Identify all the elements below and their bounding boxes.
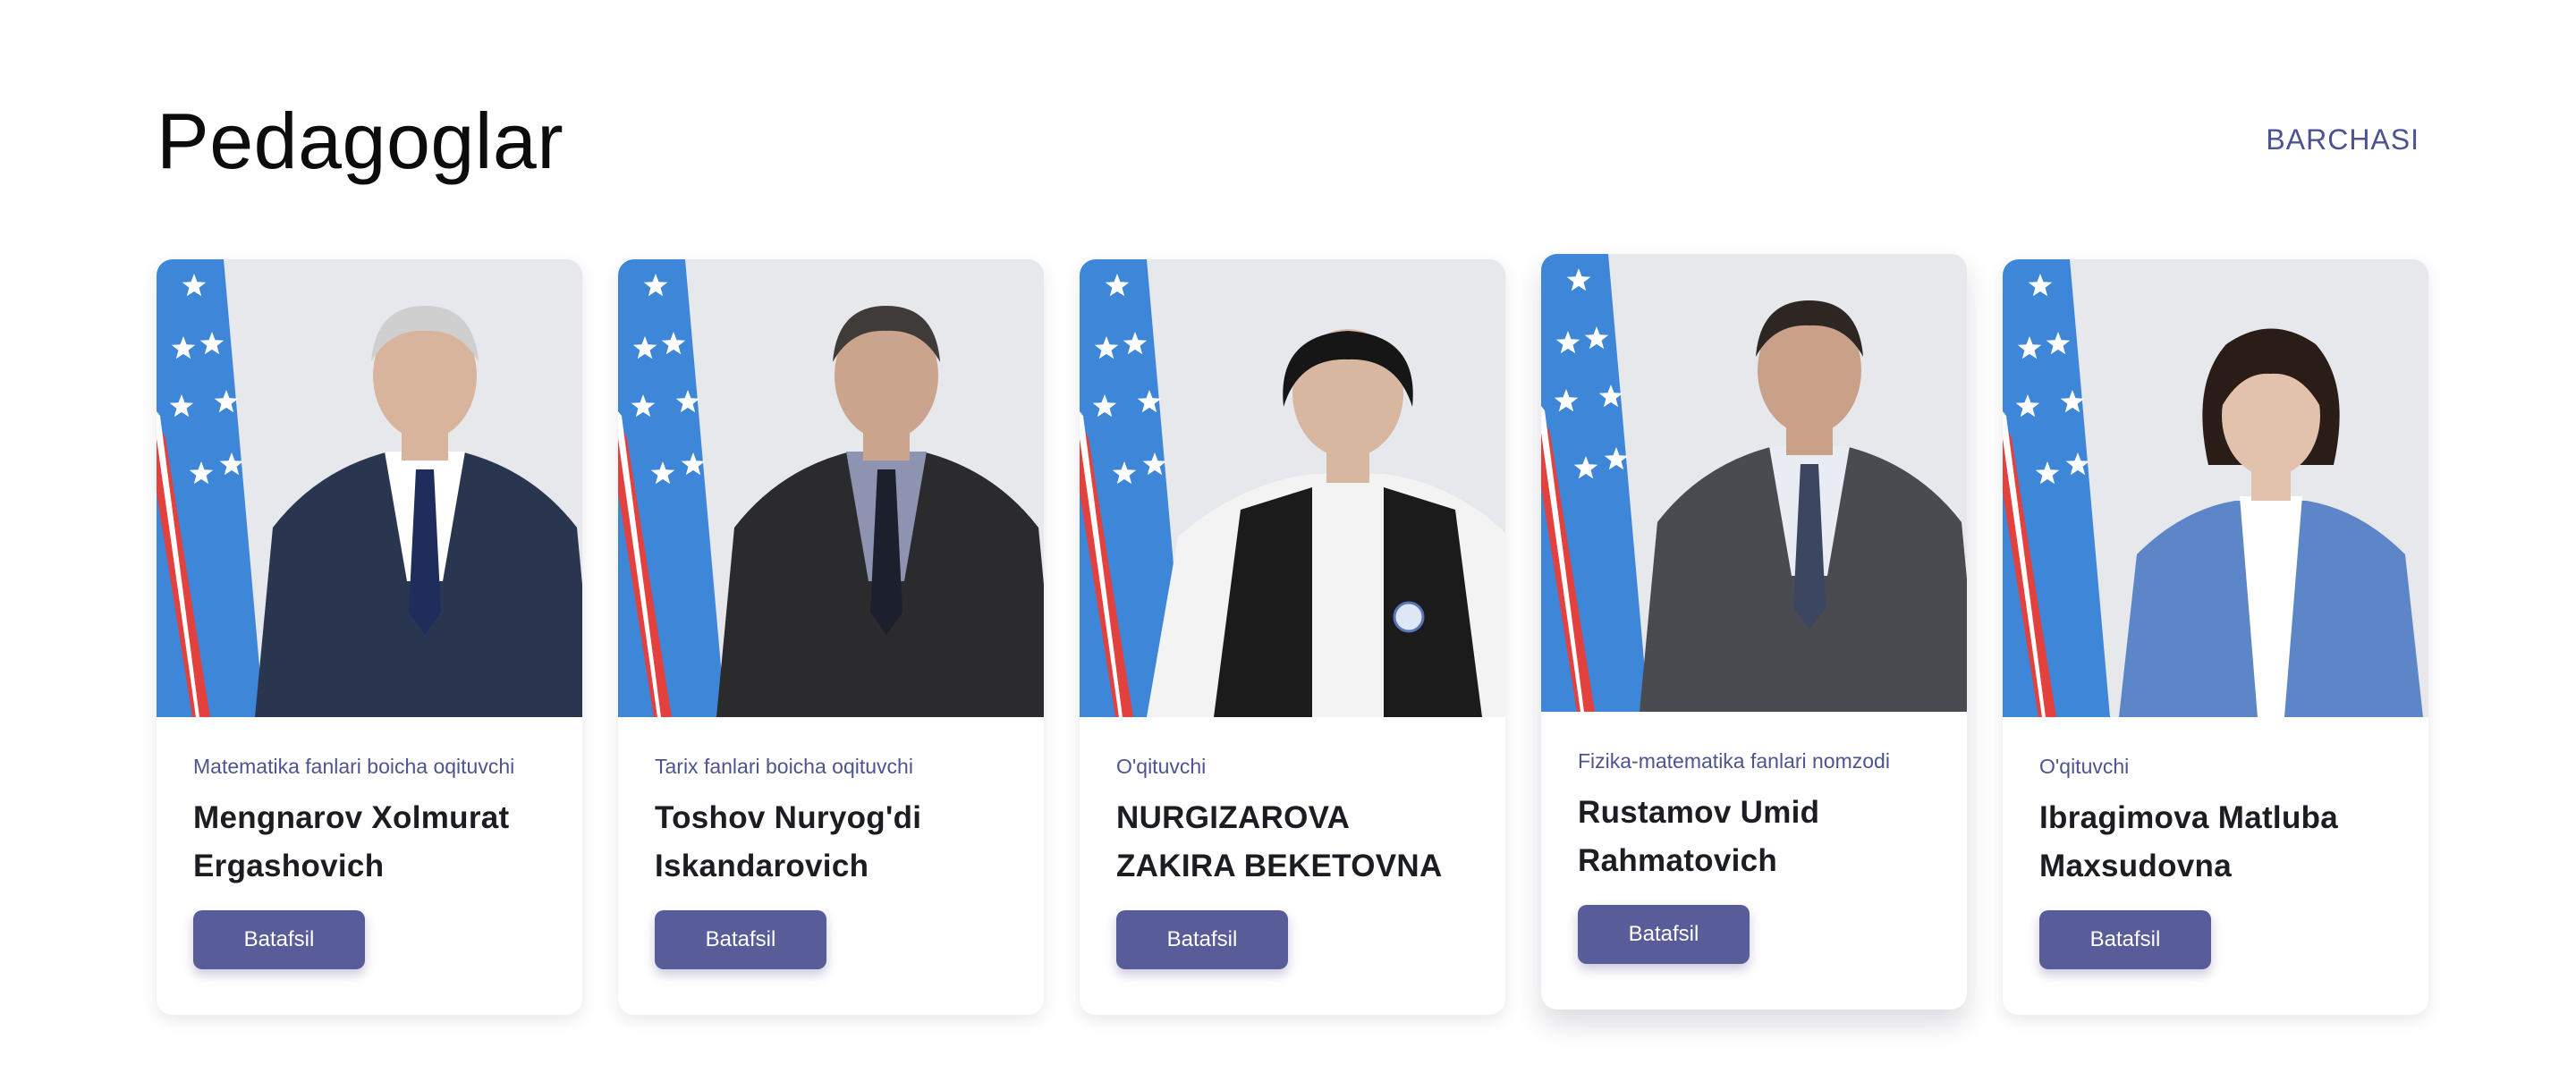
teacher-name: NURGIZAROVA ZAKIRA BEKETOVNA (1116, 800, 1443, 883)
teachers-section: Pedagoglar BARCHASI Matematika fanlari b… (0, 0, 2576, 1073)
details-button[interactable]: Batafsil (193, 910, 365, 969)
teacher-role: O'qituvchi (2039, 755, 2130, 778)
teacher-name: Toshov Nuryog'di Iskandarovich (655, 800, 922, 883)
teacher-photo (618, 259, 1044, 717)
teacher-name: Mengnarov Xolmurat Ergashovich (193, 800, 510, 883)
section-title: Pedagoglar (157, 97, 564, 185)
teacher-role: Matematika fanlari boicha oqituvchi (193, 755, 515, 778)
teacher-card: O'qituvchi NURGIZAROVA ZAKIRA BEKETOVNA … (1080, 259, 1505, 1015)
teacher-name: Rustamov Umid Rahmatovich (1578, 795, 1820, 878)
teacher-photo (157, 259, 582, 717)
details-button[interactable]: Batafsil (2039, 910, 2211, 969)
details-button[interactable]: Batafsil (1116, 910, 1288, 969)
teacher-card: Fizika-matematika fanlari nomzodi Rustam… (1541, 254, 1967, 1010)
teacher-card: Matematika fanlari boicha oqituvchi Meng… (157, 259, 582, 1015)
teacher-card: Tarix fanlari boicha oqituvchi Toshov Nu… (618, 259, 1044, 1015)
teacher-cards: Matematika fanlari boicha oqituvchi Meng… (157, 254, 2428, 1019)
teacher-role: Fizika-matematika fanlari nomzodi (1578, 749, 1890, 773)
teacher-photo (1080, 259, 1505, 717)
teacher-role: Tarix fanlari boicha oqituvchi (655, 755, 913, 778)
teacher-name: Ibragimova Matluba Maxsudovna (2039, 800, 2339, 883)
teacher-photo (2003, 259, 2428, 717)
teacher-role: O'qituvchi (1116, 755, 1207, 778)
details-button[interactable]: Batafsil (1578, 905, 1750, 964)
teacher-card: O'qituvchi Ibragimova Matluba Maxsudovna… (2003, 259, 2428, 1015)
view-all-link[interactable]: BARCHASI (2266, 122, 2419, 157)
details-button[interactable]: Batafsil (655, 910, 826, 969)
teacher-photo (1541, 254, 1967, 712)
